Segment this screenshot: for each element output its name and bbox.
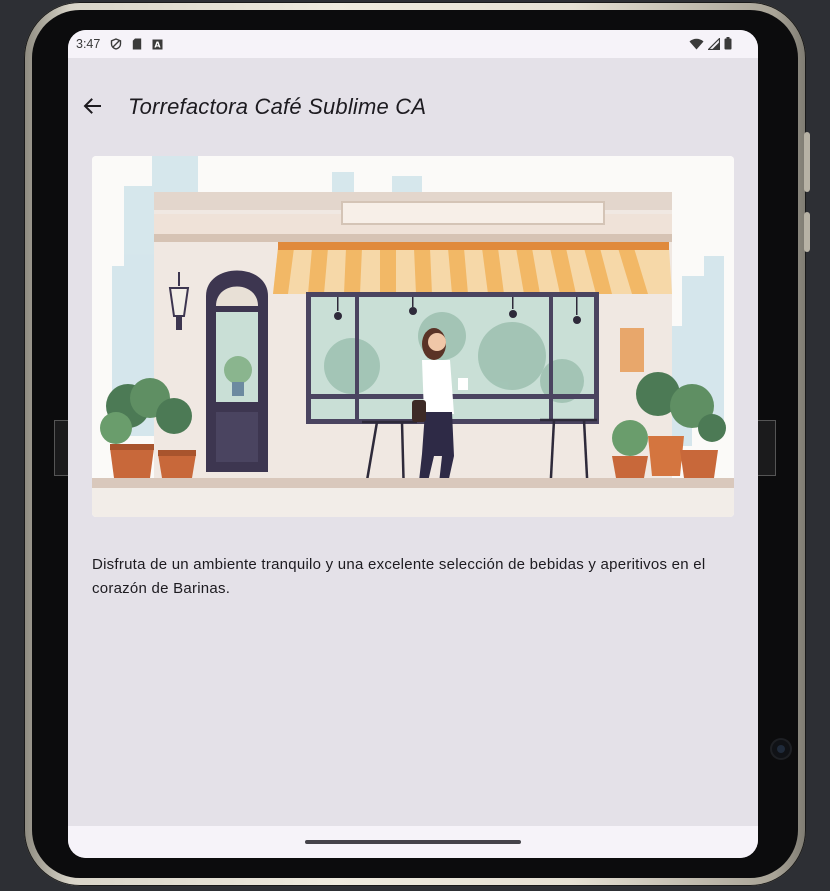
a-app-icon: A <box>152 39 163 50</box>
status-bar: 3:47 A <box>68 30 758 58</box>
description-text: Disfruta de un ambiente tranquilo y una … <box>92 556 706 597</box>
home-gesture-handle[interactable] <box>305 840 521 844</box>
battery-icon <box>724 37 732 53</box>
page-title: Torrefactora Café Sublime CA <box>128 94 427 119</box>
power-button[interactable] <box>804 212 810 252</box>
app-bar: Torrefactora Café Sublime CA <box>68 58 758 156</box>
svg-text:A: A <box>155 40 162 49</box>
wifi-icon <box>689 38 704 53</box>
cafe-hero-image <box>92 156 734 517</box>
volume-button[interactable] <box>804 132 810 192</box>
arrow-back-icon <box>83 98 101 114</box>
back-button[interactable] <box>78 92 106 120</box>
status-right-icons <box>689 36 732 53</box>
cafe-storefront-illustration <box>92 156 734 517</box>
camera-lens <box>772 740 790 758</box>
screen: 3:47 A Torrefactora Café Sublime CA Disf… <box>68 30 758 858</box>
status-time: 3:47 <box>76 37 101 51</box>
sd-card-icon <box>132 38 142 50</box>
vpn-shield-icon <box>110 38 122 50</box>
gesture-nav-bar <box>68 826 758 858</box>
cell-signal-icon <box>707 36 721 53</box>
